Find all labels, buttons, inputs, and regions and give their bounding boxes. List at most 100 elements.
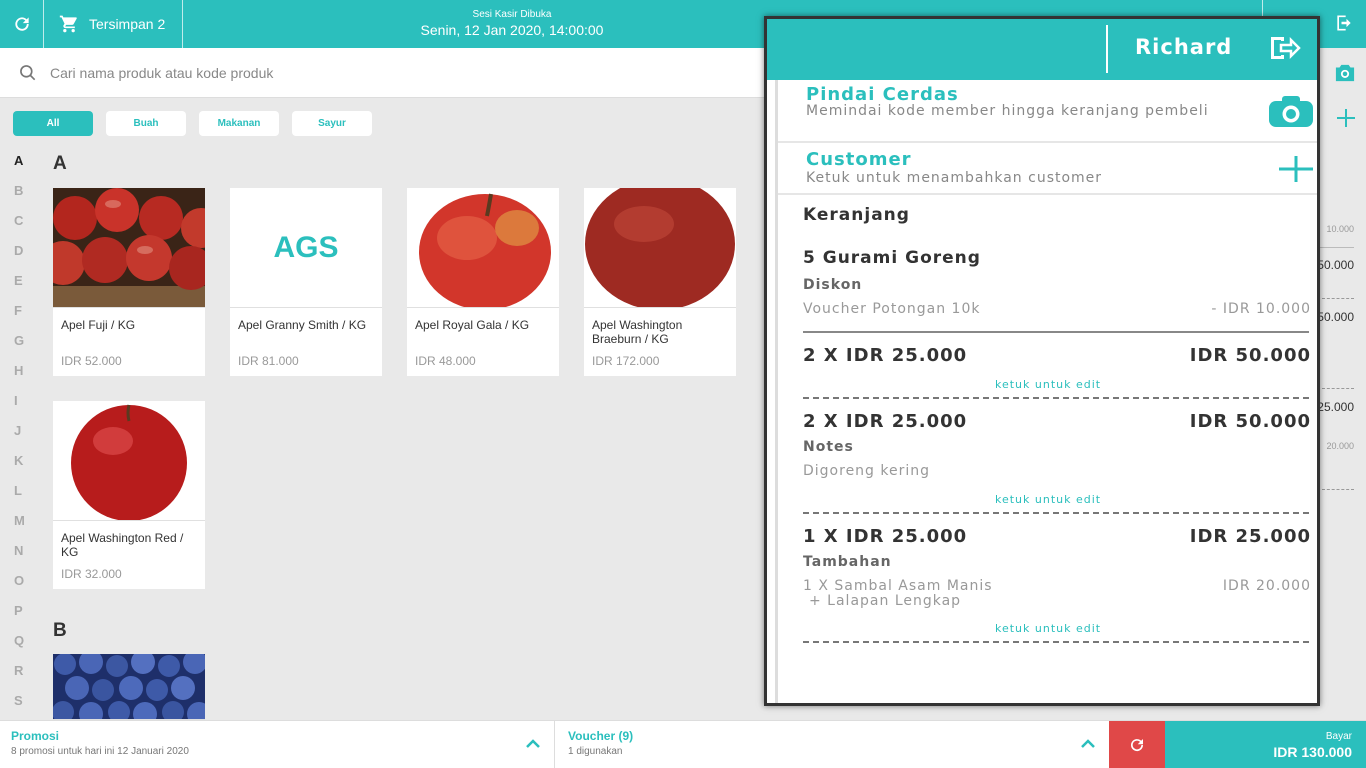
- product-image: [53, 188, 205, 308]
- promo-title: Promosi: [11, 729, 60, 743]
- side-amount: 25.000: [1317, 400, 1354, 414]
- side-amount: 50.000: [1317, 310, 1354, 324]
- voucher-amount: - IDR 10.000: [1211, 301, 1311, 317]
- product-image: [53, 654, 205, 720]
- alpha-index-letter[interactable]: O: [14, 573, 28, 603]
- alpha-index-letter[interactable]: G: [14, 333, 28, 363]
- line-total: IDR 25.000: [1189, 526, 1311, 547]
- category-chip-makanan[interactable]: Makanan: [199, 111, 279, 136]
- alpha-index-letter[interactable]: H: [14, 363, 28, 393]
- promo-section[interactable]: Promosi 8 promosi untuk hari ini 12 Janu…: [0, 721, 555, 768]
- category-chip-buah[interactable]: Buah: [106, 111, 186, 136]
- smart-scan-row[interactable]: Pindai Cerdas Memindai kode member hingg…: [778, 80, 1317, 143]
- logout-icon[interactable]: [1269, 34, 1301, 62]
- pay-label: Bayar: [1325, 731, 1352, 742]
- pay-amount: IDR 130.000: [1273, 744, 1352, 760]
- customer-description: Ketuk untuk menambahkan customer: [806, 170, 1103, 186]
- alpha-index-letter[interactable]: J: [14, 423, 28, 453]
- product-image: [407, 188, 559, 308]
- saved-carts-label: Tersimpan 2: [89, 16, 166, 32]
- customer-title: Customer: [806, 149, 912, 170]
- divider: [803, 331, 1309, 333]
- alpha-index-letter[interactable]: C: [14, 213, 28, 243]
- cashier-session: Sesi Kasir Dibuka Senin, 12 Jan 2020, 14…: [382, 9, 642, 39]
- product-image: AGS: [230, 188, 382, 308]
- product-card[interactable]: Apel Washington Red / KG IDR 32.000: [53, 401, 205, 589]
- product-card[interactable]: Apel Washington Braeburn / KG IDR 172.00…: [584, 188, 736, 376]
- edit-link[interactable]: ketuk untuk edit: [995, 622, 1101, 635]
- category-chip-sayur[interactable]: Sayur: [292, 111, 372, 136]
- section-heading: A: [53, 153, 67, 174]
- alpha-index-letter[interactable]: D: [14, 243, 28, 273]
- plus-icon[interactable]: [1278, 155, 1314, 183]
- product-image: [53, 401, 205, 521]
- alpha-index-letter[interactable]: M: [14, 513, 28, 543]
- category-filters: All Buah Makanan Sayur: [13, 111, 372, 136]
- voucher-subtitle: 1 digunakan: [568, 746, 623, 757]
- refresh-button[interactable]: [0, 0, 44, 48]
- alpha-index-letter[interactable]: Q: [14, 633, 28, 663]
- reset-button[interactable]: [1109, 721, 1165, 768]
- pay-button[interactable]: Bayar IDR 130.000: [1165, 721, 1366, 768]
- product-price: IDR 32.000: [61, 567, 122, 581]
- product-price: IDR 81.000: [238, 354, 299, 368]
- addon-item: 1 X Sambal Asam Manis: [803, 578, 993, 594]
- product-initials: AGS: [273, 231, 339, 264]
- alpha-index-letter[interactable]: E: [14, 273, 28, 303]
- smart-scan-description: Memindai kode member hingga keranjang pe…: [806, 103, 1209, 119]
- chevron-up-icon[interactable]: [524, 735, 542, 753]
- smart-scan-title: Pindai Cerdas: [806, 84, 959, 105]
- alpha-index-letter[interactable]: I: [14, 393, 28, 423]
- customer-row[interactable]: Customer Ketuk untuk menambahkan custome…: [778, 143, 1317, 195]
- divider: [803, 512, 1309, 514]
- divider: [1322, 489, 1354, 490]
- alpha-index-letter[interactable]: F: [14, 303, 28, 333]
- divider: [1322, 388, 1354, 389]
- alpha-index-letter[interactable]: K: [14, 453, 28, 483]
- product-name: Apel Washington Braeburn / KG: [592, 318, 683, 346]
- divider: [803, 397, 1309, 399]
- session-label: Sesi Kasir Dibuka: [472, 9, 552, 20]
- product-name: Apel Washington Red / KG: [61, 531, 184, 559]
- addon-amount: IDR 20.000: [1222, 578, 1311, 594]
- discount-label: Diskon: [803, 277, 863, 293]
- category-chip-all[interactable]: All: [13, 111, 93, 136]
- chevron-up-icon[interactable]: [1079, 735, 1097, 753]
- alpha-index-letter[interactable]: A: [14, 153, 28, 183]
- edit-link[interactable]: ketuk untuk edit: [995, 493, 1101, 506]
- divider: [1106, 25, 1108, 73]
- voucher-section[interactable]: Voucher (9) 1 digunakan: [556, 721, 1109, 768]
- alpha-index-letter[interactable]: N: [14, 543, 28, 573]
- camera-icon[interactable]: [1334, 63, 1356, 83]
- product-card[interactable]: Apel Royal Gala / KG IDR 48.000: [407, 188, 559, 376]
- alpha-index-letter[interactable]: L: [14, 483, 28, 513]
- alpha-index-letter[interactable]: R: [14, 663, 28, 693]
- product-card[interactable]: AGS Apel Granny Smith / KG IDR 81.000: [230, 188, 382, 376]
- voucher-title: Voucher (9): [568, 729, 634, 743]
- exit-icon[interactable]: [1334, 13, 1354, 33]
- session-datetime: Senin, 12 Jan 2020, 14:00:00: [420, 22, 604, 38]
- divider: [803, 641, 1309, 643]
- camera-icon[interactable]: [1268, 95, 1314, 129]
- search-input[interactable]: Cari nama produk atau kode produk: [50, 65, 273, 81]
- product-price: IDR 48.000: [415, 354, 476, 368]
- side-amount: 50.000: [1317, 258, 1354, 272]
- plus-icon[interactable]: [1336, 108, 1356, 128]
- line-quantity: 1 X IDR 25.000: [803, 526, 968, 547]
- alpha-index-letter[interactable]: B: [14, 183, 28, 213]
- panel-body: Pindai Cerdas Memindai kode member hingg…: [775, 80, 1317, 703]
- product-name: Apel Royal Gala / KG: [415, 318, 530, 332]
- product-card[interactable]: Apel Fuji / KG IDR 52.000: [53, 188, 205, 376]
- product-name: Apel Fuji / KG: [61, 318, 136, 332]
- cart-icon: [59, 15, 77, 33]
- notes-text: Digoreng kering: [803, 463, 931, 479]
- alpha-index-letter[interactable]: P: [14, 603, 28, 633]
- search-bar[interactable]: Cari nama produk atau kode produk: [0, 48, 766, 98]
- product-card[interactable]: [53, 654, 205, 720]
- alpha-index-letter[interactable]: S: [14, 693, 28, 723]
- saved-carts-button[interactable]: Tersimpan 2: [45, 0, 183, 48]
- edit-link[interactable]: ketuk untuk edit: [995, 378, 1101, 391]
- cart-item-name: 5 Gurami Goreng: [803, 248, 981, 268]
- line-quantity: 2 X IDR 25.000: [803, 411, 968, 432]
- notes-label: Notes: [803, 439, 854, 455]
